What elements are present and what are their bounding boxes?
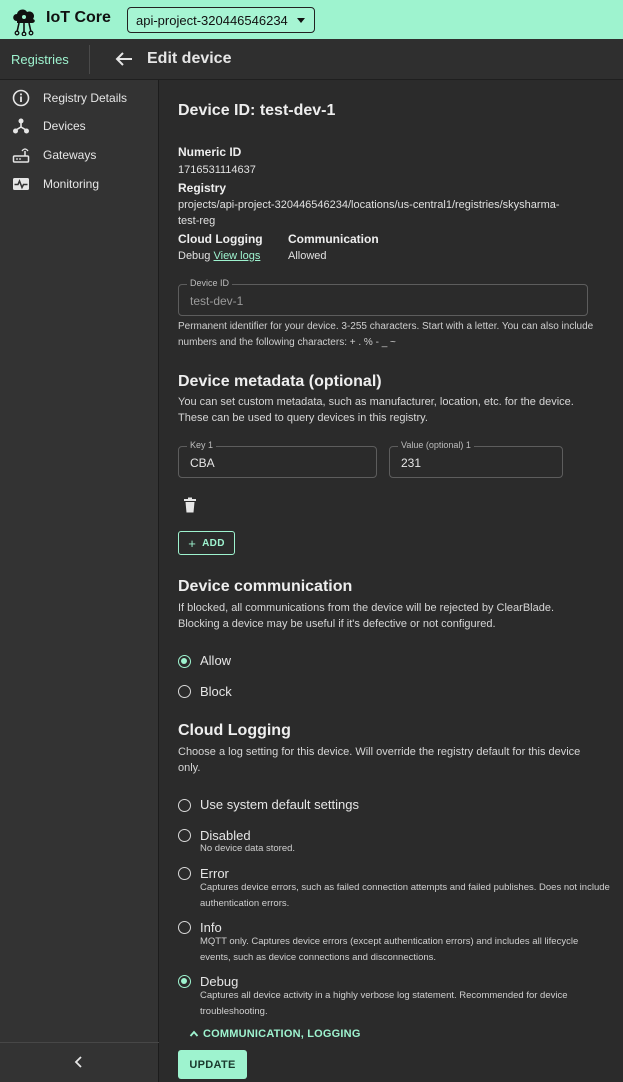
cloud-iot-logo-icon — [13, 9, 35, 36]
device-id-field-value: test-dev-1 — [190, 294, 244, 308]
numeric-id-value: 1716531114637 — [178, 164, 256, 176]
app-title: IoT Core — [46, 9, 111, 26]
registry-value-line1: projects/api-project-320446546234/locati… — [178, 199, 560, 211]
communication-label: Communication — [288, 232, 379, 246]
sidebar-collapse[interactable] — [0, 1042, 159, 1082]
radio-block-label[interactable]: Block — [200, 684, 232, 699]
metadata-key-value: CBA — [190, 456, 215, 470]
metadata-value-value: 231 — [401, 456, 422, 470]
metadata-key-field[interactable]: Key 1 CBA — [178, 440, 377, 478]
add-metadata-label: ADD — [202, 537, 225, 549]
main-content: Device ID: test-dev-1 Numeric ID 1716531… — [159, 80, 623, 1082]
numeric-id-label: Numeric ID — [178, 145, 242, 159]
project-selector[interactable]: api-project-320446546234 — [127, 7, 315, 33]
monitoring-icon — [13, 178, 29, 190]
registry-label: Registry — [178, 181, 227, 195]
radio-disabled[interactable] — [178, 829, 191, 842]
chevron-left-icon[interactable] — [72, 1055, 86, 1069]
radio-error[interactable] — [178, 867, 191, 880]
radio-system-default-label[interactable]: Use system default settings — [200, 797, 359, 812]
radio-block[interactable] — [178, 685, 191, 698]
device-id-field: Device ID test-dev-1 — [178, 278, 588, 316]
radio-info-label[interactable]: Info — [200, 920, 222, 935]
chevron-up-icon — [189, 1030, 199, 1037]
update-button[interactable]: UPDATE — [178, 1050, 247, 1079]
page-title: Edit device — [147, 50, 232, 67]
add-metadata-button[interactable]: + ADD — [178, 531, 235, 555]
plus-icon: + — [188, 535, 197, 551]
logging-description: Choose a log setting for this device. Wi… — [178, 746, 581, 774]
sidebar-item-label: Registry Details — [43, 91, 128, 105]
sidebar-item-devices[interactable]: Devices — [0, 113, 159, 139]
cloud-logging-level: Debug — [178, 250, 211, 262]
page-header: Registries Edit device — [0, 39, 623, 80]
info-icon — [12, 89, 30, 107]
radio-allow-label[interactable]: Allow — [200, 653, 231, 668]
devices-icon — [13, 118, 29, 134]
communication-description: If blocked, all communications from the … — [178, 602, 555, 630]
metadata-title: Device metadata (optional) — [178, 373, 382, 390]
sidebar-item-gateways[interactable]: Gateways — [0, 142, 159, 168]
radio-debug[interactable] — [178, 975, 191, 988]
device-heading: Device ID: test-dev-1 — [178, 102, 336, 119]
project-selector-value: api-project-320446546234 — [136, 12, 288, 28]
radio-system-default[interactable] — [178, 799, 191, 812]
gateway-icon — [12, 148, 30, 163]
sidebar: Registry Details Devices Gateways Monito… — [0, 80, 159, 1082]
arrow-back-icon[interactable] — [114, 49, 134, 69]
sidebar-item-label: Devices — [43, 119, 86, 133]
sidebar-item-label: Gateways — [43, 148, 97, 162]
metadata-description: You can set custom metadata, such as man… — [178, 396, 574, 424]
radio-disabled-detail: No device data stored. — [200, 843, 296, 854]
registries-link[interactable]: Registries — [11, 52, 69, 67]
metadata-value-field[interactable]: Value (optional) 1 231 — [389, 440, 563, 478]
radio-error-label[interactable]: Error — [200, 866, 229, 881]
radio-allow[interactable] — [178, 655, 191, 668]
radio-debug-label[interactable]: Debug — [200, 974, 238, 989]
sidebar-item-label: Monitoring — [43, 177, 100, 191]
device-id-field-label: Device ID — [187, 278, 233, 288]
registry-value-line2: test-reg — [178, 215, 216, 227]
caret-down-icon — [297, 18, 305, 23]
radio-error-detail: Captures device errors, such as failed c… — [200, 882, 610, 909]
top-bar: IoT Core api-project-320446546234 — [0, 0, 623, 39]
header-divider — [89, 45, 90, 74]
collapse-section-toggle[interactable]: COMMUNICATION, LOGGING — [189, 1028, 361, 1040]
cloud-logging-label: Cloud Logging — [178, 232, 263, 246]
view-logs-link[interactable]: View logs — [213, 250, 260, 262]
update-button-label: UPDATE — [189, 1058, 236, 1071]
cloud-logging-value: Debug View logs — [178, 250, 260, 262]
sidebar-item-monitoring[interactable]: Monitoring — [0, 171, 159, 197]
device-id-help: Permanent identifier for your device. 3-… — [178, 321, 594, 348]
communication-value: Allowed — [288, 250, 327, 262]
communication-title: Device communication — [178, 578, 353, 595]
logging-title: Cloud Logging — [178, 722, 291, 739]
radio-info[interactable] — [178, 921, 191, 934]
radio-info-detail: MQTT only. Captures device errors (excep… — [200, 936, 579, 963]
collapse-section-label: COMMUNICATION, LOGGING — [203, 1028, 361, 1040]
sidebar-item-registry-details[interactable]: Registry Details — [0, 85, 159, 111]
metadata-value-label: Value (optional) 1 — [398, 440, 474, 450]
radio-debug-detail: Captures all device activity in a highly… — [200, 990, 568, 1017]
metadata-key-label: Key 1 — [187, 440, 217, 450]
delete-icon[interactable] — [183, 497, 197, 513]
